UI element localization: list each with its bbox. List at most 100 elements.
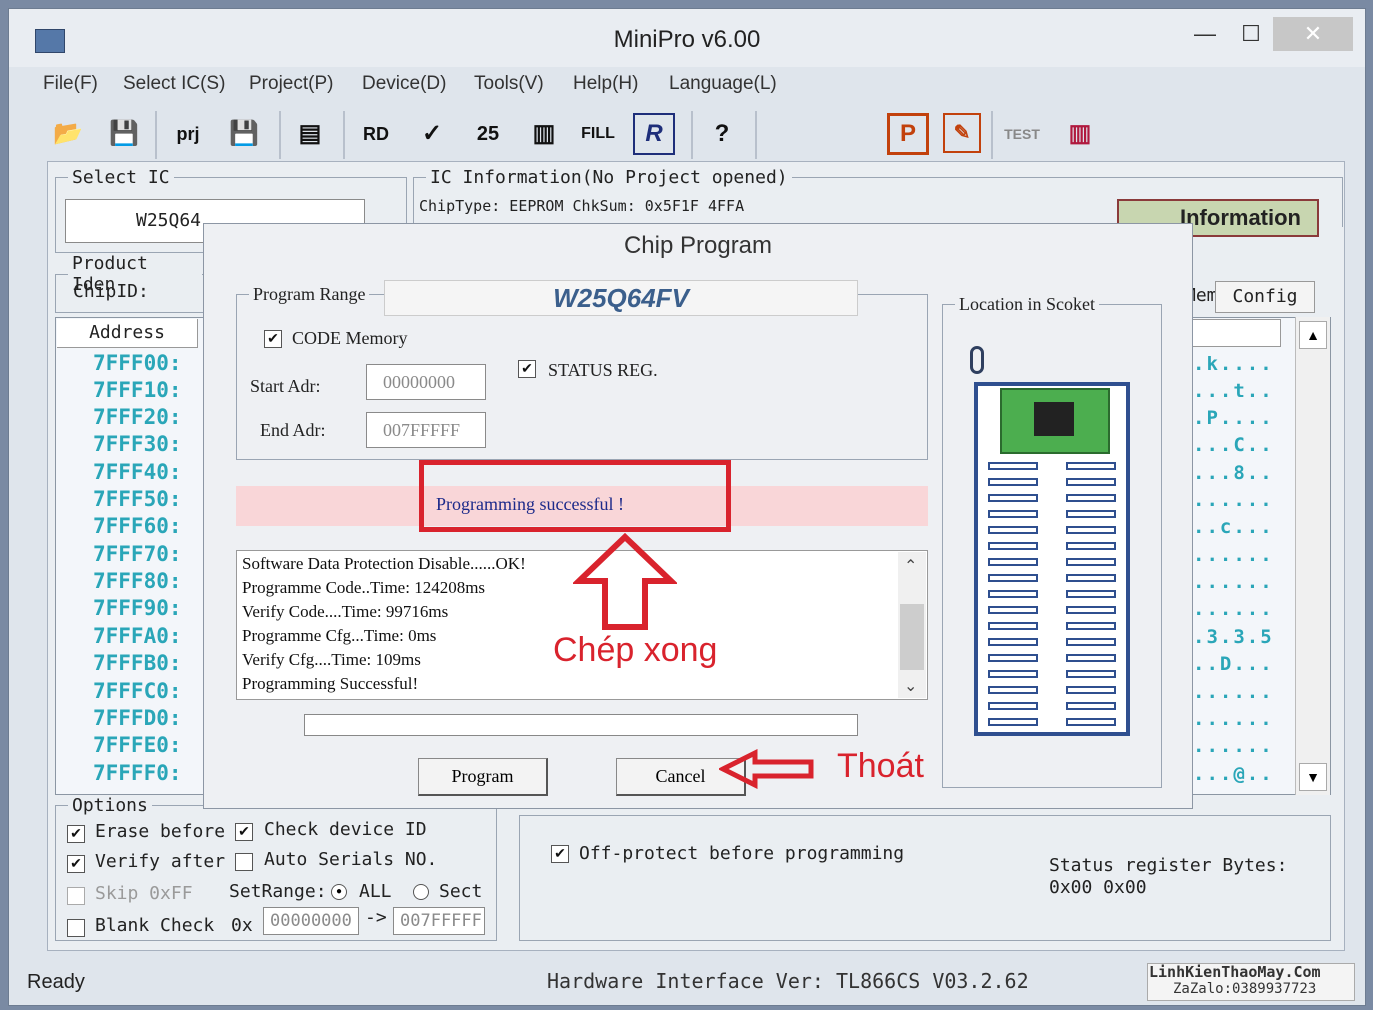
log-scroll-thumb[interactable] [900,604,924,670]
erase-before-checkbox[interactable]: ✔ [67,825,85,843]
status-reg-checkbox[interactable]: ✔ [518,360,536,378]
toolbar-separator [755,111,757,159]
test-icon[interactable]: TEST [1001,113,1043,155]
log-line: Programming Successful! [242,674,419,693]
menu-project[interactable]: Project(P) [249,73,333,95]
range-all-label: ALL [359,881,392,902]
socket-pin [1066,558,1116,566]
socket-pin [988,558,1038,566]
minimize-button[interactable]: — [1185,17,1225,53]
ic-socket-icon[interactable]: ▥ [1059,113,1101,155]
hex-scrollbar[interactable] [1295,317,1330,795]
ic-info-legend: IC Information(No Project opened) [430,167,788,188]
blank-check-checkbox[interactable] [67,919,85,937]
menu-language[interactable]: Language(L) [669,73,777,95]
menu-file[interactable]: File(F) [43,73,98,95]
skip-0xff-checkbox[interactable] [67,887,85,905]
chevron-down-icon[interactable]: ⌄ [904,676,917,696]
scroll-up-button[interactable]: ▲ [1299,321,1327,349]
maximize-button[interactable]: ☐ [1231,17,1271,53]
log-line: Programme Code..Time: 124208ms [242,578,486,597]
code-memory-label: CODE Memory [292,328,408,348]
skip-0xff-label: Skip 0xFF [95,883,193,904]
socket-pin [988,542,1038,550]
auto-serials-checkbox[interactable] [235,853,253,871]
hex-address: 7FFFF0: [93,761,182,785]
socket-pin [988,702,1038,710]
hex-prefix-label: 0x [231,915,253,936]
select-ic-legend: Select IC [72,167,170,188]
socket-pin [988,526,1038,534]
socket-pin [1066,670,1116,678]
range-sect-label: Sect [439,881,483,902]
socket-pin [988,478,1038,486]
hex-ascii: ...... [1193,708,1274,730]
socket-pin [1066,462,1116,470]
code-memory-checkbox[interactable]: ✔ [264,330,282,348]
app-window: MiniPro v6.00 — ☐ ✕ File(F) Select IC(S)… [8,8,1366,1006]
menu-device[interactable]: Device(D) [362,73,446,95]
socket-pin [1066,654,1116,662]
toolbar-separator [991,111,993,159]
range-start-field[interactable]: 00000000 [263,907,359,935]
socket-pin [988,606,1038,614]
socket-pin [1066,702,1116,710]
read-r-icon[interactable]: R [633,113,675,155]
help-icon[interactable]: ? [701,113,743,155]
range-all-radio[interactable]: ● [331,884,347,900]
auto-serials-label: Auto Serials NO. [264,849,438,870]
hex-ascii: .3.3.5 [1193,626,1274,648]
load-project-icon[interactable]: 💾 [223,113,265,155]
open-icon[interactable]: 📂 [47,113,89,155]
toolbar: 📂 💾 prj 💾 ▤ RD ✓ 25 ▥ FILL R ? P ✎ TEST … [39,107,1339,165]
chevron-up-icon[interactable]: ⌃ [904,556,917,576]
chip-name: W25Q64FV [384,280,858,316]
progress-bar [304,714,858,736]
menu-select-ic[interactable]: Select IC(S) [123,73,225,95]
save-project-icon[interactable]: prj [167,113,209,155]
hex-address: 7FFF20: [93,405,182,429]
status-register-label: Status register Bytes: [1049,855,1288,876]
scroll-down-button[interactable]: ▼ [1299,763,1327,791]
socket-pin [1066,494,1116,502]
hex-address: 7FFFC0: [93,679,182,703]
log-line: Verify Cfg....Time: 109ms [242,650,421,669]
blank-check-label: Blank Check [95,915,215,936]
close-button[interactable]: ✕ [1273,17,1353,51]
socket-pin [988,622,1038,630]
range-end-field[interactable]: 007FFFFF [393,907,485,935]
hex-address: 7FFF30: [93,432,182,456]
protect-icon[interactable]: P [887,113,929,155]
blank-check-icon[interactable]: 25 [467,113,509,155]
verify-after-checkbox[interactable]: ✔ [67,855,85,873]
fill-icon[interactable]: FILL [577,113,619,155]
socket-pin [988,590,1038,598]
start-adr-field[interactable]: 00000000 [366,364,486,400]
edit-icon[interactable]: ✎ [943,113,981,153]
save-icon[interactable]: 💾 [103,113,145,155]
verify-icon[interactable]: ✓ [411,113,453,155]
log-line: Programme Cfg...Time: 0ms [242,626,437,645]
end-adr-field[interactable]: 007FFFFF [366,412,486,448]
status-ready: Ready [27,971,85,993]
chip-icon[interactable]: ▤ [289,113,331,155]
options-legend: Options [72,795,148,816]
check-device-id-checkbox[interactable]: ✔ [235,823,253,841]
verify-after-label: Verify after [95,851,226,872]
off-protect-checkbox[interactable]: ✔ [551,845,569,863]
program-icon[interactable]: ▥ [523,113,565,155]
hex-ascii: ...... [1193,681,1274,703]
range-sect-radio[interactable] [413,884,429,900]
log-line: Verify Code....Time: 99716ms [242,602,449,621]
chip-icon-in-socket [1034,402,1074,436]
read-icon[interactable]: RD [355,113,397,155]
menu-help[interactable]: Help(H) [573,73,638,95]
menu-tools[interactable]: Tools(V) [474,73,544,95]
program-range-legend: Program Range [253,284,366,304]
hex-address: 7FFFE0: [93,733,182,757]
hex-ascii: ..c... [1193,516,1274,538]
program-button[interactable]: Program [418,758,548,796]
status-reg-label: STATUS REG. [548,360,658,380]
hex-ascii: ...... [1193,544,1274,566]
tab-config[interactable]: Config [1215,281,1315,313]
